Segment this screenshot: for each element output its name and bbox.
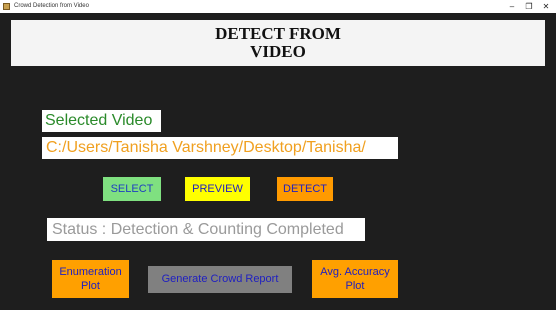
app-icon bbox=[3, 3, 10, 10]
maximize-button[interactable]: ❐ bbox=[521, 0, 537, 13]
generate-crowd-report-button[interactable]: Generate Crowd Report bbox=[148, 266, 292, 293]
video-path-display: C:/Users/Tanisha Varshney/Desktop/Tanish… bbox=[42, 137, 398, 159]
page-title: DETECT FROM VIDEO bbox=[215, 24, 341, 61]
selected-video-label: Selected Video bbox=[42, 110, 161, 132]
minimize-button[interactable]: – bbox=[504, 0, 520, 13]
window-title: Crowd Detection from Video bbox=[14, 3, 89, 9]
status-label: Status : Detection & Counting Completed bbox=[47, 218, 365, 241]
enumeration-plot-button[interactable]: Enumeration Plot bbox=[52, 260, 129, 298]
select-button[interactable]: SELECT bbox=[103, 177, 161, 201]
window-titlebar: Crowd Detection from Video – ❐ ✕ bbox=[0, 0, 556, 13]
preview-button[interactable]: PREVIEW bbox=[185, 177, 250, 201]
accuracy-plot-button[interactable]: Avg. Accuracy Plot bbox=[312, 260, 398, 298]
detect-button[interactable]: DETECT bbox=[277, 177, 333, 201]
header-banner: DETECT FROM VIDEO bbox=[11, 20, 545, 66]
close-button[interactable]: ✕ bbox=[538, 0, 554, 13]
